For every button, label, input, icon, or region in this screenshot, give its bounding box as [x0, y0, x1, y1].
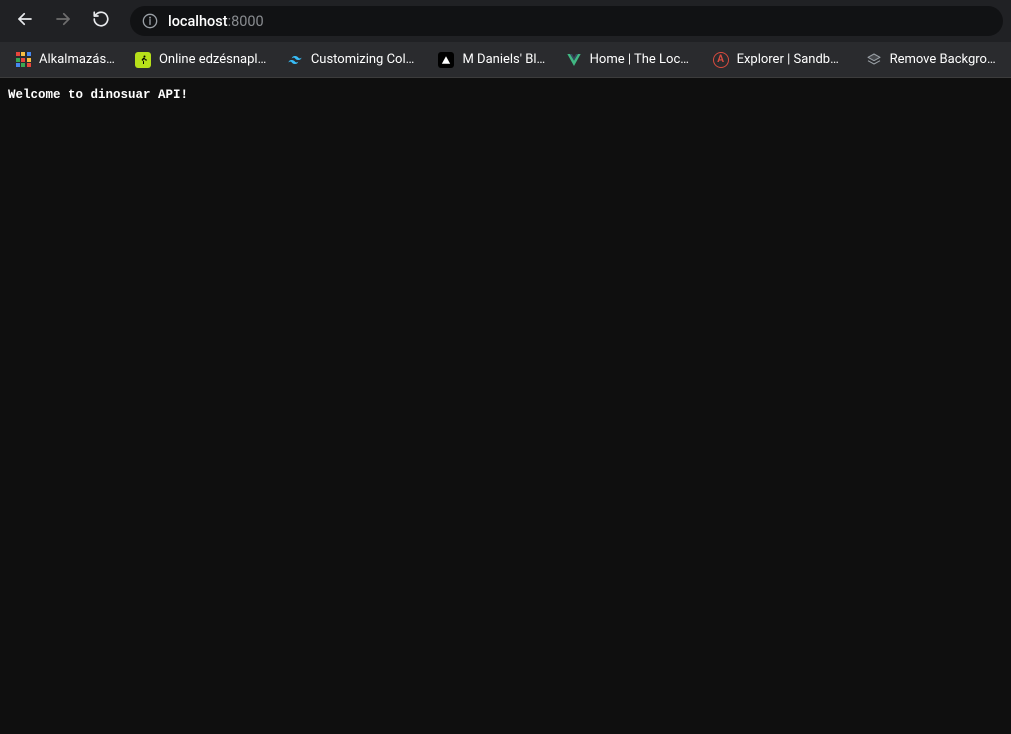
bookmark-label: Online edzésnapló…: [159, 52, 267, 67]
page-content: Welcome to dinosuar API!: [0, 78, 1011, 112]
browser-toolbar: localhost:8000: [0, 0, 1011, 42]
api-welcome-text: Welcome to dinosuar API!: [8, 88, 188, 102]
bookmark-label: Remove Backgrou…: [890, 52, 996, 67]
site-info-icon[interactable]: [142, 13, 158, 29]
bookmark-label: Customizing Color…: [311, 52, 419, 67]
forward-button[interactable]: [46, 4, 80, 38]
apps-grid-icon: [15, 52, 31, 68]
back-button[interactable]: [8, 4, 42, 38]
tailwind-icon: [287, 52, 303, 68]
bookmark-label: Explorer | Sandbox…: [737, 52, 846, 67]
bookmark-label: Home | The Local…: [590, 52, 693, 67]
running-icon: [135, 52, 151, 68]
bookmark-home-the-local[interactable]: Home | The Local…: [557, 47, 702, 73]
apollo-icon: A: [713, 52, 729, 68]
bookmark-online-edzesnaplo[interactable]: Online edzésnapló…: [126, 47, 276, 73]
bookmarks-bar: Alkalmazások Online edzésnapló… Customiz…: [0, 42, 1011, 78]
reload-icon: [92, 10, 110, 32]
url-port: :8000: [228, 13, 264, 30]
url-text: localhost:8000: [168, 13, 264, 30]
bookmark-customizing-color[interactable]: Customizing Color…: [278, 47, 428, 73]
bookmark-label: Alkalmazások: [39, 52, 115, 67]
bookmark-label: M Daniels' Blog: [462, 52, 545, 67]
reload-button[interactable]: [84, 4, 118, 38]
address-bar[interactable]: localhost:8000: [130, 6, 1003, 36]
bookmark-remove-background[interactable]: Remove Backgrou…: [857, 47, 1005, 73]
vue-icon: [566, 52, 582, 68]
bookmark-explorer-sandbox[interactable]: A Explorer | Sandbox…: [704, 47, 855, 73]
arrow-right-icon: [54, 10, 72, 32]
bookmark-m-daniels-blog[interactable]: M Daniels' Blog: [429, 47, 554, 73]
url-host: localhost: [168, 13, 228, 30]
vercel-triangle-icon: [438, 52, 454, 68]
arrow-left-icon: [16, 10, 34, 32]
layers-icon: [866, 52, 882, 68]
bookmark-apps[interactable]: Alkalmazások: [6, 47, 124, 73]
